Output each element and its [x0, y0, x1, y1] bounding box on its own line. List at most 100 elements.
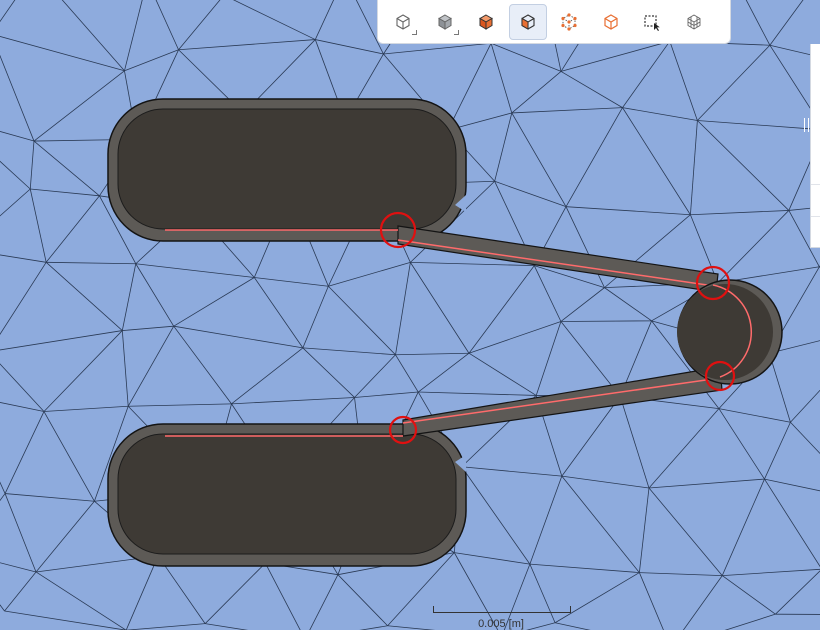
mesh-edge: [639, 572, 723, 576]
mesh-edge: [0, 188, 31, 217]
mesh-edge: [682, 575, 723, 630]
upper-trace[interactable]: [397, 225, 719, 293]
mesh-edge: [535, 321, 562, 396]
box-select-icon: [644, 14, 660, 31]
mesh-edge: [561, 475, 640, 573]
mesh-edge: [231, 347, 304, 405]
mesh-edge: [135, 263, 255, 278]
mesh-edge: [764, 422, 791, 480]
upper-pad-core[interactable]: [117, 108, 457, 230]
mesh-edge: [511, 71, 562, 114]
graphics-viewport[interactable]: [0, 0, 820, 630]
mesh-edge: [43, 330, 123, 412]
mesh-edge: [0, 402, 45, 412]
mesh-edge: [410, 261, 535, 267]
mesh-edge: [5, 493, 95, 502]
mesh-edge: [417, 352, 470, 393]
mesh-edge: [511, 112, 567, 207]
mesh-edge: [33, 70, 125, 142]
mesh-edge: [560, 320, 652, 322]
mesh-edge: [124, 0, 143, 71]
mesh-edge: [648, 487, 723, 576]
mesh-edge: [43, 405, 129, 412]
mesh-edge: [490, 42, 562, 72]
mesh-edge: [29, 188, 47, 263]
mesh-edge: [0, 35, 125, 72]
mesh-edge: [775, 613, 820, 615]
mesh-edge: [769, 0, 804, 46]
mesh-edge: [0, 481, 6, 494]
mesh-edge: [418, 391, 537, 396]
select-vertex-button[interactable]: [550, 4, 588, 40]
mesh-edge: [565, 206, 605, 288]
select-edge-button[interactable]: [592, 4, 630, 40]
mesh-edge: [764, 478, 820, 568]
mesh-edge: [0, 254, 47, 263]
side-panel-edge[interactable]: [810, 44, 820, 248]
mesh-edge: [638, 487, 650, 573]
mesh-edge: [718, 408, 765, 480]
mesh-edge: [622, 107, 691, 215]
mesh-edge: [447, 43, 492, 131]
mesh-edge: [690, 120, 698, 215]
mesh-edge: [337, 574, 388, 627]
mesh-edge: [565, 107, 623, 207]
box-select-button[interactable]: [633, 4, 671, 40]
mesh-edge: [395, 354, 419, 393]
shaded-view-button[interactable]: [426, 4, 464, 40]
mesh-edge: [302, 347, 355, 398]
mesh-edge: [128, 403, 232, 407]
mesh-edge: [511, 107, 623, 114]
mesh-edge: [264, 562, 301, 630]
mesh-edge: [565, 206, 691, 216]
mesh-edge: [61, 0, 125, 72]
mesh-select-icon: [687, 13, 700, 30]
mesh-edge: [619, 396, 650, 489]
mesh-edge: [745, 0, 771, 46]
scale-bar-line: [433, 606, 571, 613]
mesh-edge: [529, 563, 640, 573]
wireframe-view-button[interactable]: [384, 4, 422, 40]
mesh-edge: [0, 604, 5, 612]
mesh-edge: [314, 0, 335, 40]
mesh-edge: [155, 0, 179, 50]
panel-resize-handle[interactable]: [804, 118, 809, 132]
mesh-edge: [315, 39, 384, 55]
mesh-edge: [0, 160, 31, 190]
mesh-edge: [690, 210, 789, 216]
select-face-button[interactable]: [508, 3, 547, 40]
mesh-edge: [529, 476, 563, 565]
mesh-edge: [717, 210, 790, 284]
mesh-edge: [461, 466, 562, 477]
side-panel-divider: [811, 184, 820, 185]
geometry-canvas[interactable]: [0, 0, 820, 630]
mesh-select-button[interactable]: [675, 4, 713, 40]
mesh-edge: [4, 610, 127, 630]
mesh-edge: [30, 188, 100, 197]
mesh-edge: [121, 330, 129, 407]
mesh-edge: [173, 325, 232, 405]
mesh-edge: [722, 575, 776, 615]
lower-pad-core[interactable]: [117, 433, 457, 555]
mesh-edge: [494, 112, 513, 182]
select-body-button[interactable]: [467, 4, 505, 40]
mesh-edge: [697, 44, 771, 121]
mesh-edge: [43, 411, 95, 502]
mesh-edge: [127, 325, 175, 407]
mesh-edge: [173, 325, 303, 349]
mesh-edge: [0, 262, 47, 335]
scale-bar-label: 0.005 [m]: [478, 618, 524, 630]
lower-trace[interactable]: [402, 366, 723, 437]
mesh-edge: [4, 571, 37, 612]
mesh-edge: [468, 352, 537, 396]
round-pad-core[interactable]: [677, 284, 773, 380]
mesh-edge: [45, 195, 100, 263]
mesh-edge: [468, 265, 535, 354]
mesh-edge: [0, 330, 123, 351]
mesh-edge: [35, 500, 95, 573]
mesh-edge: [125, 555, 159, 630]
shaded-cube-icon: [437, 13, 452, 30]
mesh-edge: [622, 41, 671, 108]
mesh-edge: [359, 625, 388, 630]
wireframe-cube-icon: [396, 13, 410, 30]
